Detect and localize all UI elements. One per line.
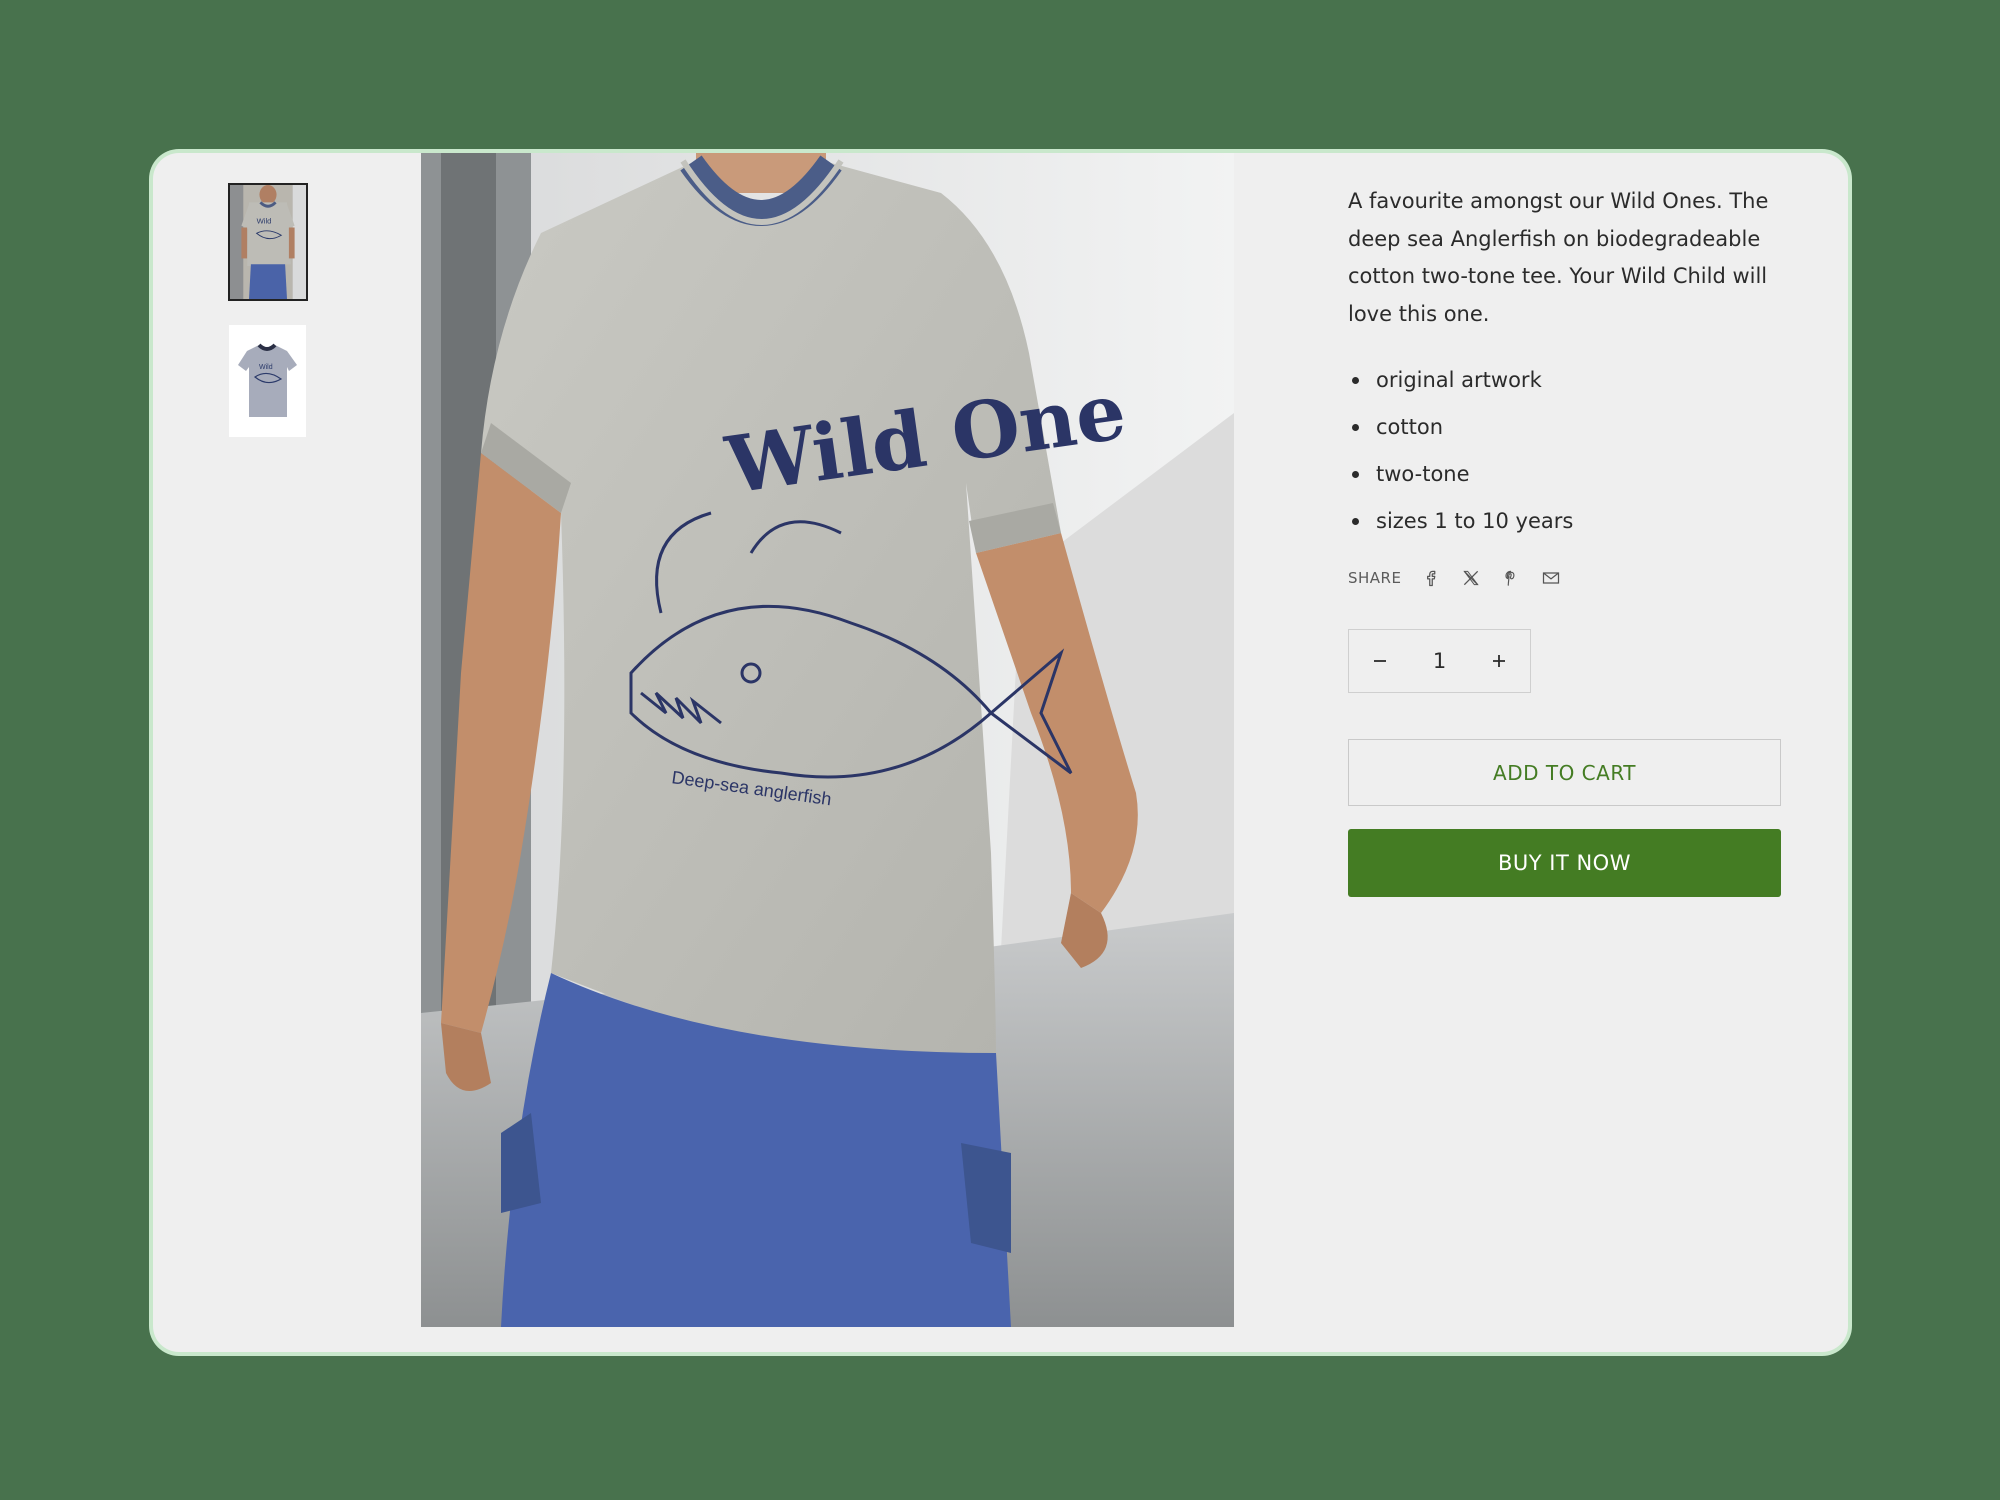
decrease-quantity-button[interactable] <box>1369 650 1391 672</box>
product-card: Wild Wild Wild One Deep-sea anglerfish A… <box>153 153 1848 1352</box>
buy-now-button[interactable]: BUY IT NOW <box>1348 829 1781 897</box>
product-photo: Wild One Deep-sea anglerfish <box>421 153 1234 1327</box>
product-info-panel: A favourite amongst our Wild Ones. The d… <box>1348 183 1783 897</box>
thumbnail-1-selected[interactable]: Wild <box>228 183 308 301</box>
feature-item: two-tone <box>1348 451 1783 498</box>
pinterest-icon[interactable] <box>1499 566 1523 590</box>
quantity-stepper: 1 <box>1348 629 1531 693</box>
email-icon[interactable] <box>1539 566 1563 590</box>
thumbnail-1-image: Wild <box>230 185 306 299</box>
share-bar: SHARE <box>1348 563 1783 593</box>
feature-item: cotton <box>1348 404 1783 451</box>
plus-icon <box>1493 655 1505 667</box>
feature-item: original artwork <box>1348 357 1783 404</box>
share-label: SHARE <box>1348 569 1402 587</box>
add-to-cart-button[interactable]: ADD TO CART <box>1348 739 1781 806</box>
thumbnail-2[interactable]: Wild <box>229 325 306 437</box>
svg-text:Wild: Wild <box>257 217 272 226</box>
quantity-input[interactable]: 1 <box>1433 649 1446 673</box>
x-icon[interactable] <box>1459 566 1483 590</box>
svg-text:Wild: Wild <box>259 364 273 371</box>
product-description: A favourite amongst our Wild Ones. The d… <box>1348 189 1769 326</box>
minus-icon <box>1374 660 1386 662</box>
feature-item: sizes 1 to 10 years <box>1348 498 1783 545</box>
product-main-image[interactable]: Wild One Deep-sea anglerfish <box>421 153 1234 1327</box>
feature-list: original artwork cotton two-tone sizes 1… <box>1348 357 1783 545</box>
facebook-icon[interactable] <box>1419 566 1443 590</box>
thumbnail-2-image: Wild <box>229 325 306 437</box>
increase-quantity-button[interactable] <box>1488 650 1510 672</box>
